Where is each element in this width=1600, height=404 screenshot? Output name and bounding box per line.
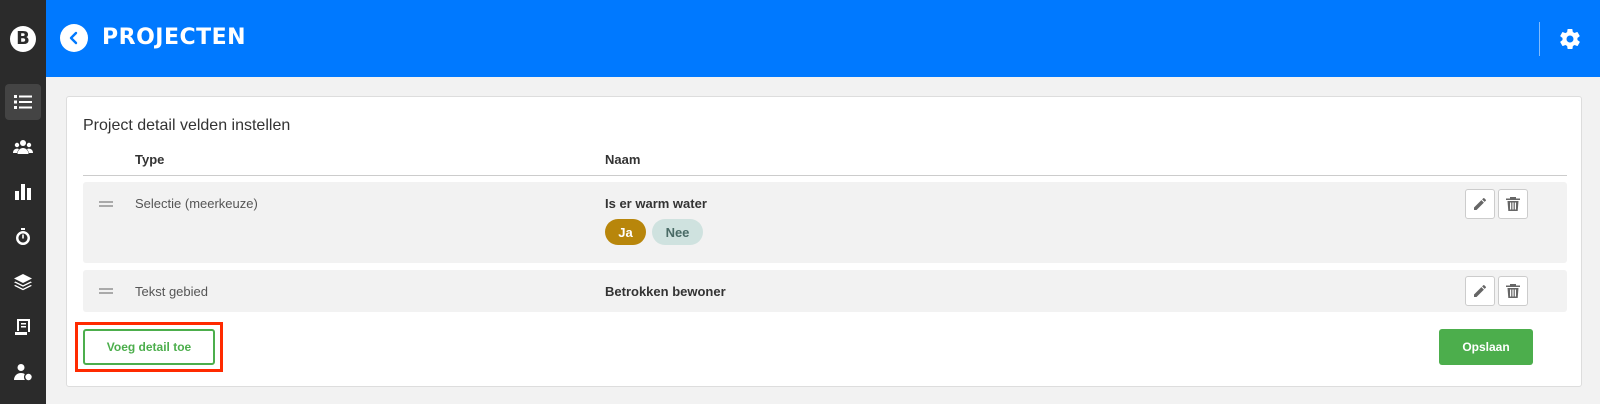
sidebar-item-users[interactable]	[5, 129, 41, 165]
document-icon	[15, 319, 30, 335]
logo-badge: B	[10, 25, 36, 52]
bar-chart-icon	[15, 184, 31, 200]
row-type: Selectie (meerkeuze)	[135, 196, 258, 211]
column-header-name: Naam	[605, 152, 641, 167]
user-settings-icon	[14, 364, 32, 381]
trash-icon	[1506, 284, 1520, 298]
settings-button[interactable]	[1558, 27, 1582, 51]
drag-handle-icon[interactable]	[99, 201, 113, 207]
app-logo[interactable]: B	[0, 0, 46, 77]
sidebar-item-layers[interactable]	[5, 264, 41, 300]
delete-button[interactable]	[1498, 189, 1528, 219]
pencil-icon	[1474, 197, 1487, 210]
row-name: Is er warm water	[605, 196, 707, 211]
table-row: Selectie (meerkeuze) Is er warm water Ja…	[83, 182, 1567, 263]
drag-handle-icon[interactable]	[99, 288, 113, 294]
delete-button[interactable]	[1498, 276, 1528, 306]
list-icon	[14, 95, 32, 109]
header-divider	[1539, 22, 1540, 56]
edit-button[interactable]	[1465, 189, 1495, 219]
sidebar-item-reports[interactable]	[5, 174, 41, 210]
sidebar-item-timer[interactable]	[5, 219, 41, 255]
header-divider-line	[83, 175, 1567, 176]
top-bar: PROJECTEN	[46, 0, 1600, 77]
add-detail-button[interactable]: Voeg detail toe	[83, 329, 215, 365]
row-name: Betrokken bewoner	[605, 284, 726, 299]
column-header-type: Type	[135, 152, 165, 167]
trash-icon	[1506, 197, 1520, 211]
sidebar: B	[0, 0, 46, 404]
users-icon	[13, 140, 33, 154]
option-chip: Ja	[605, 219, 646, 245]
sidebar-item-user-settings[interactable]	[5, 354, 41, 390]
gear-icon	[1560, 29, 1580, 50]
table-row: Tekst gebied Betrokken bewoner	[83, 270, 1567, 312]
sidebar-item-documents[interactable]	[5, 309, 41, 345]
save-button[interactable]: Opslaan	[1439, 329, 1533, 365]
stopwatch-icon	[16, 228, 31, 245]
pencil-icon	[1474, 284, 1487, 297]
layers-icon	[14, 274, 32, 291]
back-button[interactable]	[60, 24, 88, 52]
page-title: PROJECTEN	[102, 25, 247, 50]
option-chip: Nee	[652, 219, 703, 245]
detail-fields-card: Project detail velden instellen Type Naa…	[66, 96, 1582, 387]
row-type: Tekst gebied	[135, 284, 208, 299]
card-title: Project detail velden instellen	[83, 117, 291, 134]
chevron-left-icon	[69, 31, 78, 45]
edit-button[interactable]	[1465, 276, 1495, 306]
sidebar-item-projects[interactable]	[5, 84, 41, 120]
